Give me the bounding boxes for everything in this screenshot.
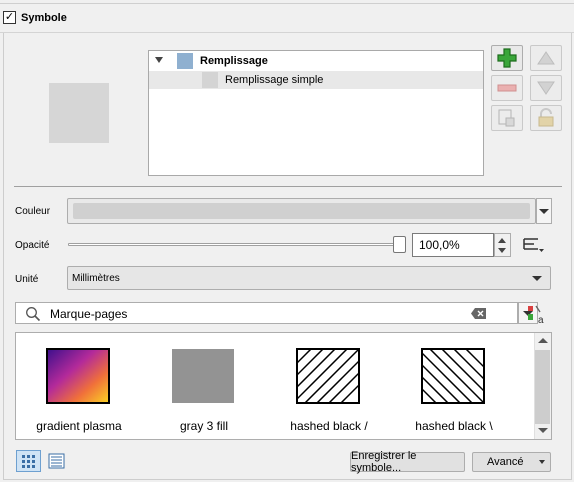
symbol-search-input[interactable]: Marque-pages — [15, 302, 518, 324]
symbol-item[interactable]: gradient plasma — [24, 343, 134, 438]
advanced-button[interactable]: Avancé — [472, 452, 551, 472]
color-dropdown-button[interactable] — [536, 198, 552, 224]
hash-back-swatch — [421, 348, 485, 404]
symbol-name: hashed black / — [290, 419, 368, 433]
symbol-layer-tree[interactable]: Remplissage Remplissage simple — [148, 50, 484, 176]
tree-item-fill[interactable]: Remplissage — [149, 52, 483, 70]
scroll-down-icon[interactable] — [538, 428, 548, 433]
symbol-item[interactable]: hashed black \ — [399, 343, 509, 438]
unit-value: Millimètres — [72, 273, 120, 284]
style-manager-icon: a — [528, 305, 544, 326]
unit-label: Unité — [15, 274, 39, 285]
save-symbol-button[interactable]: Enregistrer le symbole... — [350, 450, 465, 474]
search-icon — [26, 307, 41, 322]
tree-item-label: Remplissage — [200, 55, 268, 67]
symbol-name: hashed black \ — [415, 419, 493, 433]
duplicate-layer-button[interactable] — [491, 105, 523, 131]
spin-down-icon[interactable] — [498, 248, 506, 253]
search-value: Marque-pages — [50, 307, 128, 321]
opacity-spinbox[interactable]: 100,0% — [412, 233, 494, 257]
tree-item-simple-fill[interactable]: Remplissage simple — [149, 71, 483, 89]
chevron-down-icon — [539, 460, 545, 464]
section-divider — [14, 186, 562, 187]
grid-view-icon — [22, 454, 35, 468]
data-defined-override-button[interactable] — [521, 235, 549, 255]
svg-text:a: a — [538, 315, 544, 324]
arrow-down-icon — [537, 81, 555, 95]
expand-arrow-icon[interactable] — [155, 57, 163, 63]
spin-up-icon[interactable] — [498, 238, 506, 243]
move-up-button[interactable] — [530, 45, 562, 71]
save-symbol-label: Enregistrer le symbole... — [351, 450, 417, 474]
symbol-name: gradient plasma — [36, 419, 122, 433]
symbol-group-checkbox[interactable]: ✓ — [3, 11, 16, 24]
advanced-label: Avancé — [487, 456, 524, 468]
color-button[interactable] — [67, 198, 536, 224]
opacity-label: Opacité — [15, 240, 50, 251]
opacity-value: 100,0% — [419, 238, 460, 252]
color-swatch — [73, 203, 530, 219]
symbol-item[interactable]: hashed black / — [274, 343, 384, 438]
tree-item-label: Remplissage simple — [225, 74, 324, 86]
simple-fill-swatch — [202, 72, 218, 88]
top-divider — [0, 3, 574, 4]
add-layer-icon — [497, 48, 517, 68]
arrow-up-icon — [537, 51, 555, 65]
symbol-list[interactable]: gradient plasma gray 3 fill hashed black… — [15, 332, 552, 440]
opacity-slider-track[interactable] — [68, 243, 404, 246]
hash-forward-swatch — [296, 348, 360, 404]
duplicate-icon — [498, 109, 515, 127]
list-view-button[interactable] — [44, 450, 69, 472]
chevron-down-icon — [532, 276, 542, 281]
fill-swatch — [177, 53, 193, 69]
gray-fill-swatch — [172, 349, 234, 403]
style-manager-button[interactable]: a — [527, 304, 547, 326]
list-view-icon — [48, 453, 65, 469]
gradient-plasma-swatch — [46, 348, 110, 404]
move-down-button[interactable] — [530, 75, 562, 101]
opacity-spin-buttons[interactable] — [494, 233, 511, 257]
symbol-item[interactable]: gray 3 fill — [149, 343, 259, 438]
scrollbar-thumb[interactable] — [535, 350, 550, 424]
icon-view-button[interactable] — [16, 450, 41, 472]
remove-layer-icon — [497, 84, 517, 92]
remove-layer-button[interactable] — [491, 75, 523, 101]
scroll-up-icon[interactable] — [538, 338, 548, 343]
chevron-down-icon — [539, 209, 549, 214]
clear-search-icon[interactable] — [471, 307, 487, 320]
symbol-preview — [49, 83, 109, 143]
data-defined-icon — [523, 238, 544, 252]
symbol-name: gray 3 fill — [179, 419, 229, 433]
add-layer-button[interactable] — [491, 45, 523, 71]
lock-icon — [538, 108, 554, 127]
group-title: Symbole — [21, 12, 67, 24]
opacity-slider-handle[interactable] — [393, 236, 406, 253]
lock-layer-button[interactable] — [530, 105, 562, 131]
color-label: Couleur — [15, 206, 51, 217]
unit-combo[interactable]: Millimètres — [67, 266, 551, 290]
